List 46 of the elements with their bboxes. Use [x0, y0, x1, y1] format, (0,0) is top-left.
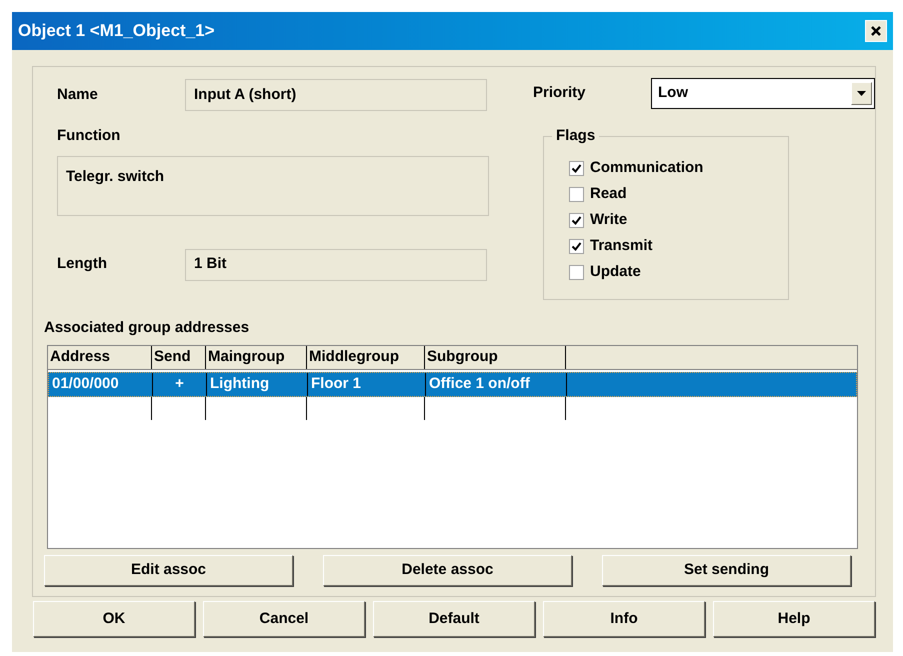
- priority-label: Priority: [533, 83, 587, 104]
- table-cell: Lighting: [207, 372, 308, 396]
- assoc-button[interactable]: Set sending: [602, 554, 851, 586]
- dialog-button[interactable]: OK: [33, 601, 195, 637]
- table-cell: +: [153, 372, 207, 396]
- column-header[interactable]: Middlegroup: [307, 346, 425, 368]
- flag-label: Communication: [590, 158, 704, 178]
- column-header[interactable]: Maingroup: [206, 346, 307, 368]
- function-field: Telegr. switch: [57, 156, 489, 216]
- flag-label: Write: [590, 210, 628, 230]
- checkbox[interactable]: [569, 186, 584, 202]
- name-label: Name: [57, 84, 99, 105]
- group-addresses-label: Associated group addresses: [44, 318, 250, 338]
- checkbox[interactable]: [569, 160, 584, 176]
- flag-label: Update: [590, 262, 641, 282]
- close-button[interactable]: [865, 20, 887, 42]
- table-cell: Office 1 on/off: [426, 372, 567, 396]
- flag-label: Read: [590, 184, 627, 204]
- dialog-button[interactable]: Help: [713, 601, 875, 637]
- close-icon: [870, 25, 882, 37]
- dialog-button[interactable]: Info: [543, 601, 705, 637]
- dialog-button[interactable]: Default: [373, 601, 535, 637]
- table-cell: 01/00/000: [49, 372, 153, 396]
- dropdown-arrow-icon: [857, 91, 866, 96]
- assoc-button[interactable]: Edit assoc: [44, 554, 293, 586]
- column-header[interactable]: Address: [48, 346, 152, 368]
- check-icon: [571, 214, 582, 226]
- priority-dropdown[interactable]: Low: [651, 78, 875, 109]
- table-cell: Floor 1: [308, 372, 426, 396]
- checkbox[interactable]: [569, 238, 584, 254]
- assoc-button[interactable]: Delete assoc: [323, 554, 572, 586]
- column-header[interactable]: Subgroup: [425, 346, 566, 368]
- checkbox[interactable]: [569, 212, 584, 228]
- dialog-button[interactable]: Cancel: [203, 601, 365, 637]
- flags-title: Flags: [552, 126, 600, 146]
- name-field: Input A (short): [185, 79, 487, 111]
- length-field: 1 Bit: [185, 248, 487, 280]
- window-title: Object 1 <M1_Object_1>: [18, 20, 215, 42]
- flag-label: Transmit: [590, 236, 653, 256]
- check-icon: [571, 162, 582, 174]
- column-header[interactable]: Send: [152, 346, 206, 368]
- table-row[interactable]: 01/00/000 + Lighting Floor 1 Office 1 on/off: [48, 372, 857, 396]
- length-label: Length: [57, 254, 108, 274]
- function-label: Function: [57, 126, 120, 146]
- checkbox[interactable]: [569, 264, 584, 280]
- check-icon: [571, 240, 582, 252]
